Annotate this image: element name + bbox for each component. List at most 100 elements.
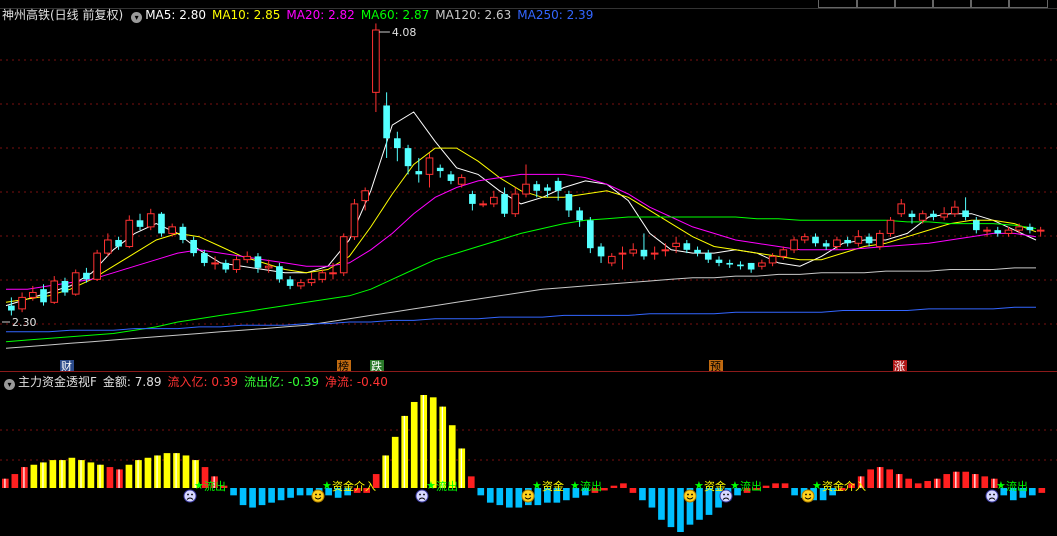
candle-body-up — [618, 252, 627, 255]
star-icon: ★ — [532, 479, 542, 492]
ma-legend-item-5: MA250: 2.39 — [517, 8, 594, 22]
candle-body-up — [940, 213, 948, 218]
main-chart-title[interactable]: 神州高铁(日线 前复权) — [2, 8, 123, 22]
candle-body-up — [425, 157, 434, 175]
signal-label: 流出 — [436, 479, 458, 493]
candle-body-up — [918, 213, 927, 221]
candle-body-down — [640, 249, 648, 257]
flow-bar-highlight — [898, 474, 900, 488]
flow-bar-inflow — [163, 453, 171, 488]
candle-body-down — [822, 243, 830, 247]
candle-body-down — [179, 226, 187, 240]
candle-body-up — [522, 183, 530, 195]
candle-body-up — [875, 232, 884, 248]
flow-bar-inflow — [391, 436, 399, 488]
flow-bar-highlight — [175, 453, 177, 488]
candle-body-up — [264, 265, 273, 269]
flow-bar-outflow — [667, 488, 675, 528]
face-eye — [691, 493, 693, 496]
candle-body-up — [800, 236, 809, 241]
face-eye — [315, 493, 317, 496]
candle-body-up — [607, 255, 616, 264]
flow-bar-inflow — [11, 474, 19, 488]
flow-bar-highlight — [403, 415, 405, 488]
candle-body-up — [297, 282, 305, 287]
candle-body-up — [672, 242, 680, 248]
ma-legend-item-0: MA5: 2.80 — [145, 8, 206, 22]
candle-body-down — [812, 236, 819, 244]
candle-body-down — [404, 148, 412, 167]
flow-bar-inflow — [905, 478, 913, 488]
candle-body-up — [18, 296, 26, 310]
candle-body-up — [329, 272, 337, 275]
signal-label: 流出 — [580, 479, 602, 493]
main-indicator-legend: 神州高铁(日线 前复权) ▾ MA5: 2.80 MA10: 2.85 MA20: 2.… — [2, 7, 605, 23]
flow-bar-inflow — [68, 457, 76, 488]
candle-body-down — [587, 220, 594, 249]
flow-bar-highlight — [61, 460, 63, 488]
candle-body-up — [758, 262, 766, 267]
flow-bar-inflow — [620, 483, 627, 488]
dropdown-icon[interactable]: ▾ — [131, 12, 143, 23]
candle-body-down — [8, 305, 15, 311]
face-eye — [191, 493, 193, 496]
candle-body-up — [93, 252, 101, 280]
flow-bar-outflow — [287, 488, 294, 498]
flow-bar-outflow — [791, 488, 798, 496]
flow-bar-highlight — [955, 471, 957, 488]
face-eye — [687, 493, 689, 496]
flow-bar-inflow — [962, 471, 970, 488]
flow-bar-inflow — [87, 462, 95, 488]
dropdown-icon[interactable]: ▾ — [4, 379, 15, 390]
candle-body-down — [544, 187, 551, 191]
flow-bar-outflow — [696, 488, 703, 520]
face-eye — [423, 493, 425, 496]
flow-bar-highlight — [936, 478, 938, 488]
flow-bar-inflow — [610, 485, 618, 488]
ma-line-ma120 — [5, 267, 1036, 349]
flow-bar-highlight — [99, 464, 101, 488]
candle-body-down — [190, 239, 197, 254]
candle-body-down — [136, 220, 144, 227]
face-eye — [319, 493, 321, 496]
candle-body-up — [886, 219, 895, 234]
flow-legend-item-3: 净流: -0.40 — [324, 375, 388, 389]
flow-bar-highlight — [80, 460, 82, 488]
flow-legend-item-1: 流入亿: 0.39 — [167, 375, 239, 389]
flow-bar-inflow — [182, 455, 190, 488]
flow-bar-outflow — [486, 488, 494, 503]
star-icon: ★ — [996, 479, 1006, 492]
flow-bar-inflow — [448, 425, 456, 488]
star-icon: ★ — [730, 479, 740, 492]
flow-bar-inflow — [429, 397, 437, 488]
candle-body-down — [747, 262, 755, 270]
face-eye — [989, 493, 991, 496]
face-eye — [805, 493, 807, 496]
candle-body-up — [650, 252, 659, 255]
face-eye — [419, 493, 421, 496]
face-eye — [529, 493, 531, 496]
candle-body-down — [1026, 226, 1034, 231]
flow-bar-inflow — [781, 483, 789, 488]
candle-body-down — [737, 264, 744, 267]
candle-body-up — [211, 262, 219, 265]
chart-canvas[interactable]: 4.082.30财榜跌预涨★ 流出 ★ 资金介入 ★ 流出 ★ 资金 ★ 流出 ★ 资金 ★ 流出 ★ 资金介… — [0, 0, 1057, 536]
flow-bar-inflow — [924, 481, 932, 488]
candle-body-down — [533, 184, 541, 191]
candle-body-up — [854, 236, 863, 244]
flow-bar-highlight — [993, 478, 995, 488]
flow-bar-inflow — [125, 464, 133, 488]
candle-body-up — [511, 193, 520, 215]
flow-bar-outflow — [1038, 488, 1046, 493]
flow-bar-inflow — [410, 401, 418, 488]
flow-bar-outflow — [258, 488, 266, 506]
sub-indicator-title[interactable]: 主力资金透视F — [18, 375, 97, 389]
flow-bar-outflow — [515, 488, 523, 508]
flow-bar-highlight — [4, 478, 6, 488]
candle-body-down — [115, 239, 122, 247]
candle-body-down — [83, 272, 90, 280]
candle-body-up — [951, 206, 959, 215]
pane-divider[interactable] — [0, 371, 1057, 372]
candle-body-down — [908, 213, 916, 218]
candle-body-down — [501, 194, 508, 214]
